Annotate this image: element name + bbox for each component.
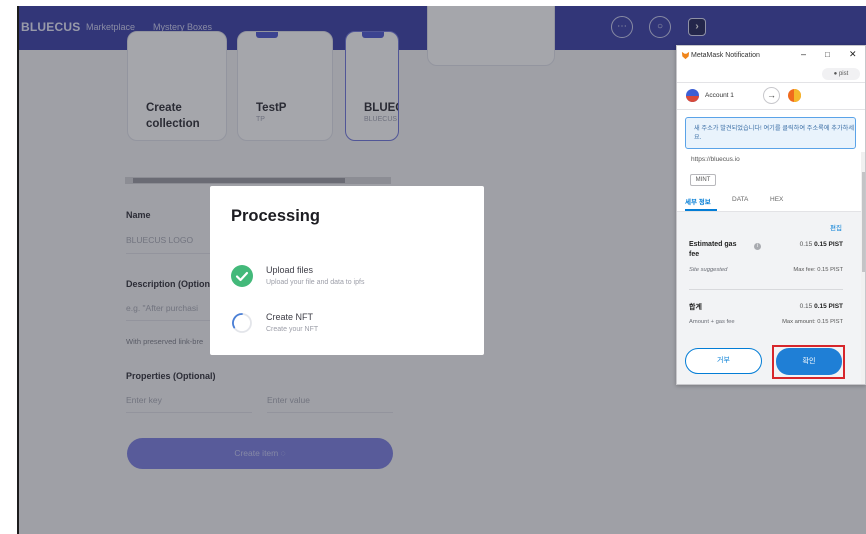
total-label: 합계 — [689, 304, 702, 311]
confirm-button[interactable]: 확인 — [776, 348, 842, 375]
step-create-subtitle: Create your NFT — [266, 326, 319, 333]
tab-data[interactable]: DATA — [732, 196, 748, 203]
site-suggested: Site suggested — [689, 267, 728, 273]
amount-gas-label: Amount + gas fee — [689, 319, 735, 325]
metamask-window: MetaMask Notification – □ ✕ ● pist Accou… — [676, 45, 866, 385]
new-address-notice[interactable]: 새 주소가 발견되었습니다! 여기를 클릭하여 주소록에 추가하세요. — [685, 117, 856, 149]
arrow-right-icon: → — [763, 87, 780, 104]
processing-modal: Processing Upload files Upload your file… — [210, 186, 484, 355]
metamask-scrollbar[interactable] — [861, 152, 865, 384]
total-value: 0.15 0.15 PIST — [799, 303, 843, 310]
divider — [677, 82, 865, 83]
window-title: MetaMask Notification — [691, 52, 760, 59]
screen: BLUECUS Marketplace Mystery Boxes ⋯ ○ › … — [0, 0, 866, 534]
gas-fee-label: Estimated gas fee — [689, 241, 737, 258]
from-account[interactable]: Account 1 — [705, 92, 734, 99]
max-amount: Max amount: 0.15 PIST — [782, 319, 843, 325]
origin-url: https://bluecus.io — [691, 156, 740, 163]
edit-link[interactable]: 편집 — [830, 222, 842, 232]
gas-fee-value: 0.15 0.15 PIST — [799, 241, 843, 248]
method-badge: MINT — [690, 174, 716, 186]
tab-hex[interactable]: HEX — [770, 196, 783, 203]
divider — [677, 109, 865, 110]
max-fee: Max fee: 0.15 PIST — [793, 267, 843, 273]
divider — [689, 289, 843, 290]
network-icon: ● — [833, 71, 838, 77]
metamask-titlebar: MetaMask Notification – □ ✕ — [677, 46, 865, 66]
minimize-icon[interactable]: – — [801, 49, 806, 59]
scrollbar-thumb[interactable] — [862, 172, 865, 272]
account-avatar — [686, 89, 699, 102]
close-icon[interactable]: ✕ — [849, 49, 857, 60]
step-create-title: Create NFT — [266, 312, 314, 322]
check-icon — [231, 265, 253, 287]
maximize-icon[interactable]: □ — [825, 50, 830, 59]
metamask-fox-icon — [681, 51, 690, 60]
network-selector[interactable]: ● pist — [822, 68, 860, 80]
loading-spinner-icon — [231, 312, 253, 334]
reject-button[interactable]: 거부 — [685, 348, 762, 374]
recipient-avatar[interactable] — [788, 89, 801, 102]
tab-details[interactable]: 세부 정보 — [685, 196, 711, 206]
info-icon[interactable]: i — [754, 243, 761, 250]
step-upload-title: Upload files — [266, 265, 314, 275]
modal-title: Processing — [231, 207, 320, 225]
step-upload-subtitle: Upload your file and data to ipfs — [266, 279, 365, 286]
